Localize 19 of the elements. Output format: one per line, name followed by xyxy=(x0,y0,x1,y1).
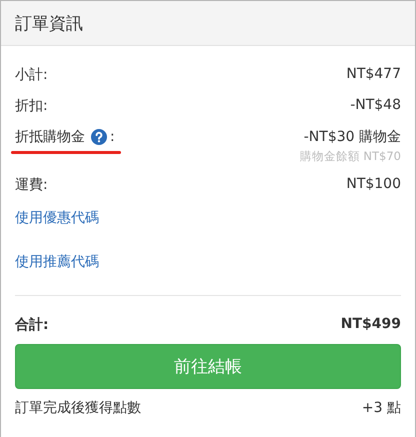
checkout-button[interactable]: 前往結帳 xyxy=(15,344,401,389)
row-value: NT$100 xyxy=(346,176,401,192)
panel-title: 訂單資訊 xyxy=(15,12,83,34)
total-value: NT$499 xyxy=(340,316,401,334)
help-icon[interactable] xyxy=(91,129,107,145)
code-link[interactable]: 使用優惠代碼 xyxy=(15,209,99,227)
row-value: -NT$30 購物金 xyxy=(304,128,401,146)
row-value: -NT$48 xyxy=(350,97,401,113)
label-colon: : xyxy=(110,129,115,145)
row-label: 運費: xyxy=(15,176,48,194)
row-value: NT$477 xyxy=(346,66,401,82)
total-label: 合計: xyxy=(15,316,49,334)
points-value: +3 點 xyxy=(362,399,401,417)
row-label: 折扣: xyxy=(15,97,48,115)
row-label: 折抵購物金 xyxy=(15,128,85,146)
row-label: 小計: xyxy=(15,66,48,84)
points-label: 訂單完成後獲得點數 xyxy=(15,399,141,417)
balance-note: 購物金餘額 NT$70 xyxy=(300,149,401,164)
code-link[interactable]: 使用推薦代碼 xyxy=(15,253,99,271)
